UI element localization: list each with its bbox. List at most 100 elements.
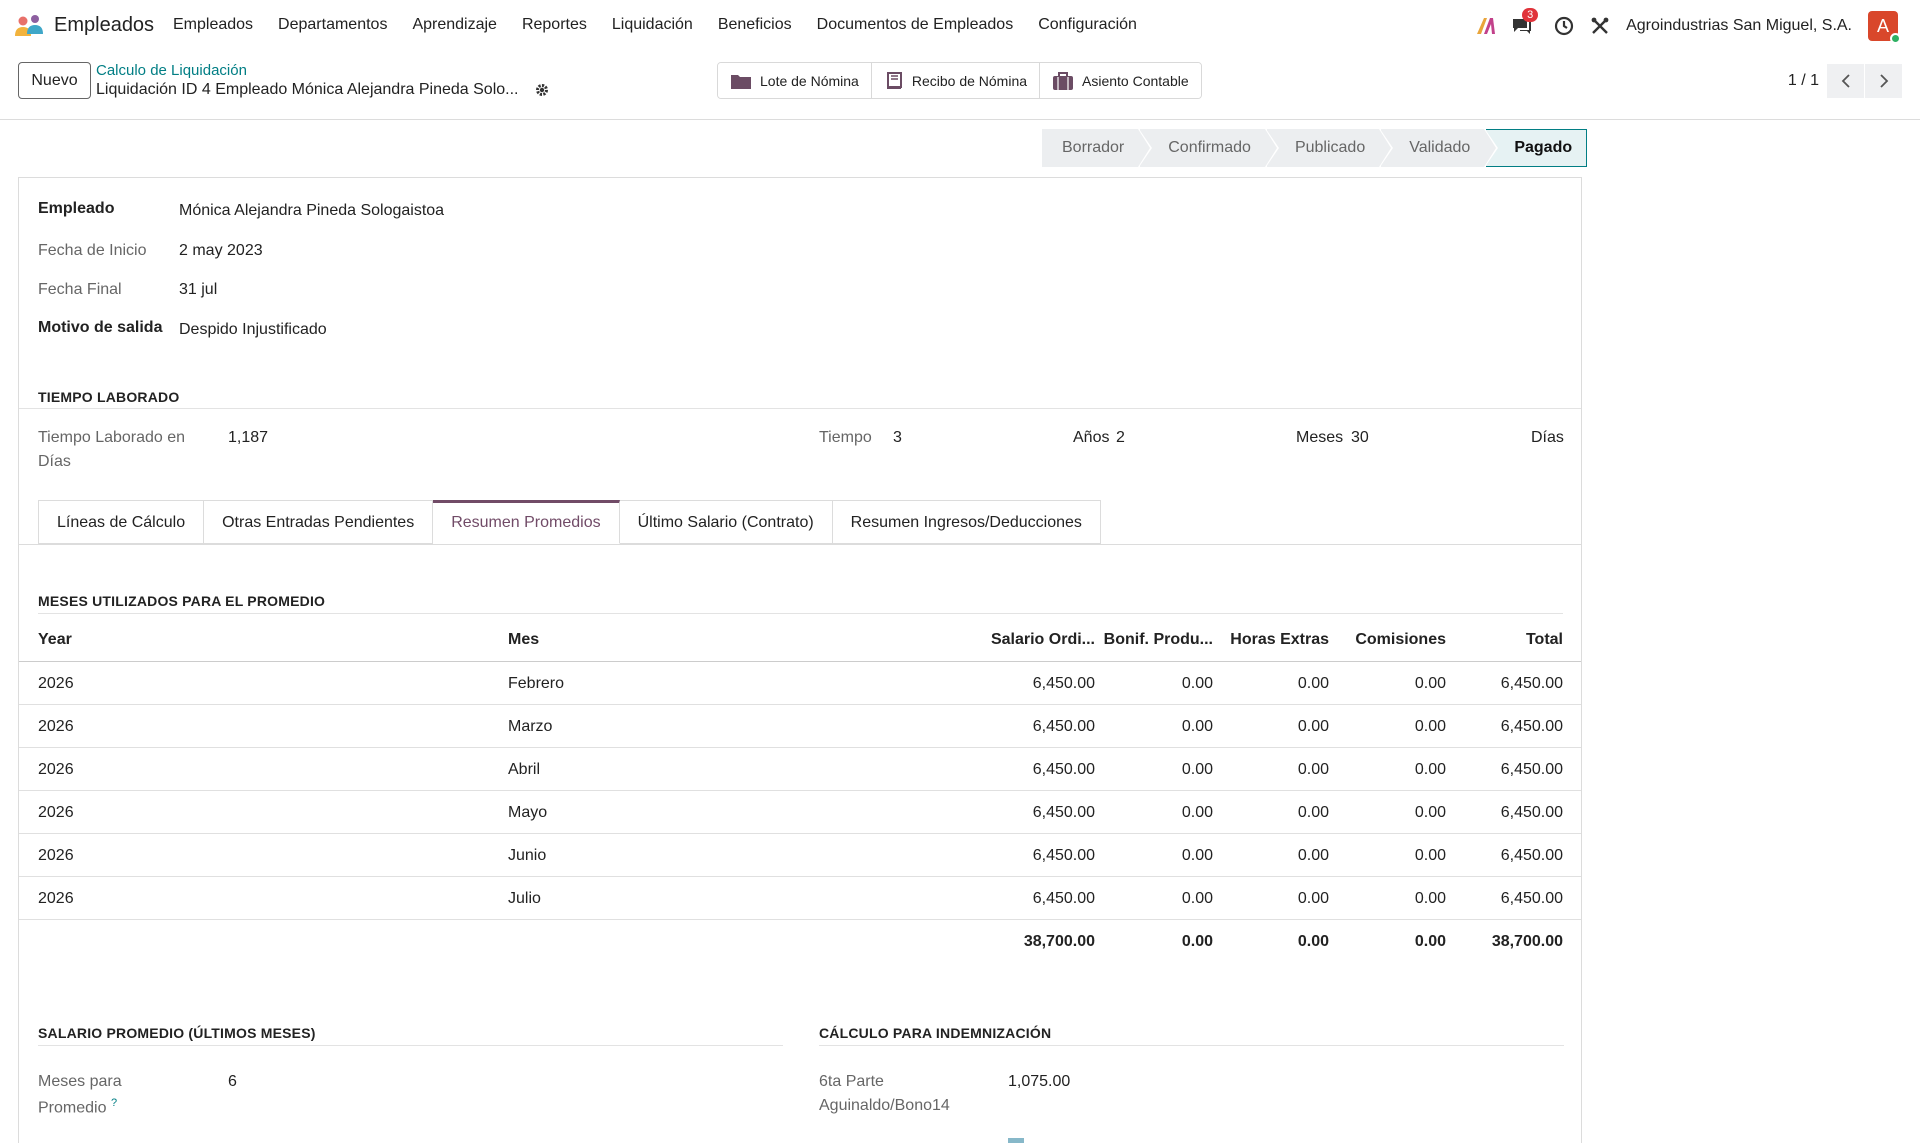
anios-label: Años <box>1073 429 1110 446</box>
cell-year: 2026 <box>38 718 74 735</box>
cell-bonif: 0.00 <box>1181 804 1213 821</box>
header-total[interactable]: Total <box>1526 618 1563 661</box>
stage-pagado[interactable]: Pagado <box>1486 129 1588 167</box>
stage-confirmado[interactable]: Confirmado <box>1140 129 1279 167</box>
header-bonif[interactable]: Bonif. Produ... <box>1104 618 1213 661</box>
table-row[interactable]: 2026 Julio 6,450.00 0.00 0.00 0.00 6,450.00 <box>19 877 1581 920</box>
cell-comisiones: 0.00 <box>1414 847 1446 864</box>
meses-promedio-value: 6 <box>228 1073 237 1090</box>
empleado-label: Empleado <box>38 200 115 217</box>
app-name[interactable]: Empleados <box>54 14 154 37</box>
tab-ultimo-salario[interactable]: Último Salario (Contrato) <box>619 500 833 544</box>
breadcrumb-parent[interactable]: Calculo de Liquidación <box>96 62 247 79</box>
recibo-nomina-button[interactable]: Recibo de Nómina <box>871 63 1041 98</box>
color-indicator <box>1008 1138 1024 1143</box>
breadcrumb-current: Liquidación ID 4 Empleado Mónica Alejand… <box>96 81 519 98</box>
cell-total: 6,450.00 <box>1500 890 1563 907</box>
stage-label: Pagado <box>1514 139 1573 156</box>
book-icon <box>886 71 902 89</box>
stage-validado[interactable]: Validado <box>1381 129 1499 167</box>
pager-buttons <box>1826 64 1902 98</box>
tab-otras-entradas[interactable]: Otras Entradas Pendientes <box>204 500 434 544</box>
cell-bonif: 0.00 <box>1181 890 1213 907</box>
fecha-final-value[interactable]: 31 jul <box>179 281 217 299</box>
pager-value[interactable]: 1 / 1 <box>1788 72 1819 90</box>
cell-horas-extras: 0.00 <box>1297 761 1329 778</box>
table-row[interactable]: 2026 Mayo 6,450.00 0.00 0.00 0.00 6,450.00 <box>19 791 1581 834</box>
menu-documentos[interactable]: Documentos de Empleados <box>817 16 1014 34</box>
tiempo-section-title: TIEMPO LABORADO <box>38 389 180 405</box>
tiempo-label: Tiempo <box>819 429 872 446</box>
lote-nomina-label: Lote de Nómina <box>760 72 859 89</box>
navbar-systray: 3 Agroindustrias San Miguel, S.A. A <box>1462 8 1901 44</box>
tab-resumen-ingresos[interactable]: Resumen Ingresos/Deducciones <box>832 500 1101 544</box>
menu-reportes[interactable]: Reportes <box>522 16 587 34</box>
lote-nomina-button[interactable]: Lote de Nómina <box>718 63 872 98</box>
stage-borrador[interactable]: Borrador <box>1042 129 1153 167</box>
pager-previous-button[interactable] <box>1827 64 1864 98</box>
total-bonif: 0.00 <box>1181 933 1213 950</box>
tiempo-dias-label: Tiempo Laborado en <box>38 429 186 446</box>
total-salario: 38,700.00 <box>1023 933 1095 950</box>
cell-bonif: 0.00 <box>1181 847 1213 864</box>
table-row[interactable]: 2026 Abril 6,450.00 0.00 0.00 0.00 6,450.00 <box>19 748 1581 791</box>
anios-value: 3 <box>893 429 902 446</box>
cell-total: 6,450.00 <box>1500 847 1563 864</box>
header-mes[interactable]: Mes <box>508 618 539 661</box>
header-salario[interactable]: Salario Ordi... <box>991 618 1095 661</box>
gear-icon[interactable] <box>535 83 549 102</box>
stage-label: Validado <box>1409 139 1471 156</box>
cell-year: 2026 <box>38 847 74 864</box>
header-comisiones[interactable]: Comisiones <box>1355 618 1446 661</box>
cell-horas-extras: 0.00 <box>1297 890 1329 907</box>
pager-next-button[interactable] <box>1865 64 1902 98</box>
cell-year: 2026 <box>38 761 74 778</box>
empleado-value[interactable]: Mónica Alejandra Pineda Sologaistoa <box>179 202 444 220</box>
promedio-table: Year Mes Salario Ordi... Bonif. Produ...… <box>19 618 1581 963</box>
cell-horas-extras: 0.00 <box>1297 804 1329 821</box>
company-switcher[interactable]: Agroindustrias San Miguel, S.A. <box>1626 17 1852 35</box>
top-navbar: Empleados Empleados Departamentos Aprend… <box>0 0 1920 52</box>
motivo-value[interactable]: Despido Injustificado <box>179 321 327 339</box>
people-icon[interactable] <box>14 14 44 38</box>
cell-year: 2026 <box>38 890 74 907</box>
tools-icon[interactable] <box>1588 14 1612 38</box>
menu-beneficios[interactable]: Beneficios <box>718 16 792 34</box>
help-tooltip-icon[interactable]: ? <box>111 1097 117 1109</box>
menu-empleados[interactable]: Empleados <box>173 16 253 34</box>
cell-total: 6,450.00 <box>1500 675 1563 692</box>
new-button[interactable]: Nuevo <box>18 62 91 99</box>
cell-total: 6,450.00 <box>1500 804 1563 821</box>
stage-publicado[interactable]: Publicado <box>1266 129 1394 167</box>
cell-salario: 6,450.00 <box>1032 847 1095 864</box>
cell-horas-extras: 0.00 <box>1297 718 1329 735</box>
header-year[interactable]: Year <box>38 618 72 661</box>
fecha-final-label: Fecha Final <box>38 281 122 298</box>
table-row[interactable]: 2026 Marzo 6,450.00 0.00 0.00 0.00 6,450.00 <box>19 705 1581 748</box>
user-avatar[interactable]: A <box>1868 11 1901 44</box>
ai-icon[interactable] <box>1474 14 1498 38</box>
cell-comisiones: 0.00 <box>1414 761 1446 778</box>
asiento-contable-button[interactable]: Asiento Contable <box>1040 63 1201 98</box>
tab-resumen-promedios[interactable]: Resumen Promedios <box>433 500 620 544</box>
promedio-section-title: MESES UTILIZADOS PARA EL PROMEDIO <box>38 593 326 609</box>
cell-salario: 6,450.00 <box>1032 890 1095 907</box>
menu-liquidacion[interactable]: Liquidación <box>612 16 693 34</box>
tiempo-dias-value: 1,187 <box>228 429 269 446</box>
menu-configuracion[interactable]: Configuración <box>1038 16 1137 34</box>
status-bar: Borrador Confirmado Publicado Validado P… <box>1042 129 1589 167</box>
tab-lineas-calculo[interactable]: Líneas de Cálculo <box>38 500 205 544</box>
menu-aprendizaje[interactable]: Aprendizaje <box>412 16 497 34</box>
salario-promedio-title: SALARIO PROMEDIO (ÚLTIMOS MESES) <box>38 1025 316 1041</box>
cell-salario: 6,450.00 <box>1032 675 1095 692</box>
meses-label: Meses <box>1296 429 1344 446</box>
header-horas-extras[interactable]: Horas Extras <box>1230 618 1329 661</box>
cell-mes: Mayo <box>508 804 548 821</box>
fecha-inicio-value[interactable]: 2 may 2023 <box>179 242 263 260</box>
table-row[interactable]: 2026 Junio 6,450.00 0.00 0.00 0.00 6,450.00 <box>19 834 1581 877</box>
chat-icon[interactable]: 3 <box>1510 8 1539 38</box>
total-horas-extras: 0.00 <box>1297 933 1329 950</box>
menu-departamentos[interactable]: Departamentos <box>278 16 387 34</box>
clock-icon[interactable] <box>1552 14 1576 38</box>
table-row[interactable]: 2026 Febrero 6,450.00 0.00 0.00 0.00 6,450.00 <box>19 662 1581 705</box>
